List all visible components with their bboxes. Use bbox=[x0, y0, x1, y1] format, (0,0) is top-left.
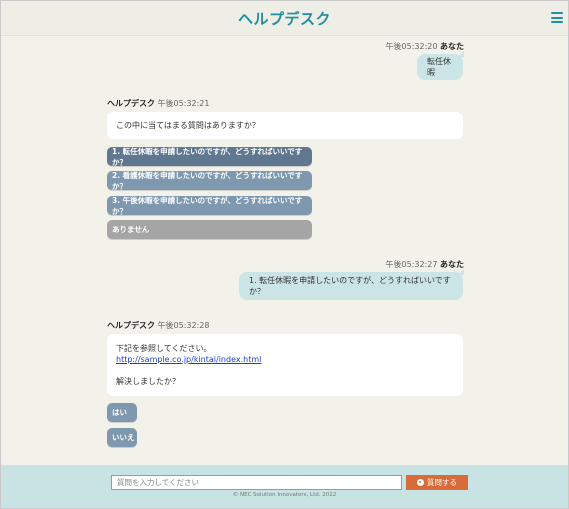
bot-message-bubble: 下記を参照してください。 http://sample.co.jp/kintai/… bbox=[107, 334, 463, 396]
user-message-meta: 午後05:32:27 あなた bbox=[386, 259, 464, 270]
message-time: 午後05:32:27 bbox=[385, 260, 438, 269]
message-time: 午後05:32:21 bbox=[157, 99, 210, 108]
bot-message-meta: ヘルプデスク 午後05:32:21 bbox=[107, 98, 209, 109]
user-message-meta: 午後05:32:20 あなた bbox=[386, 41, 464, 52]
message-time: 午後05:32:28 bbox=[157, 321, 210, 330]
app-title: ヘルプデスク bbox=[237, 10, 331, 28]
message-text: 転任休暇 bbox=[427, 57, 451, 77]
chat-area[interactable]: 午後05:32:20 あなた 転任休暇 ヘルプデスク 午後05:32:21 この… bbox=[1, 37, 568, 465]
bot-message-meta: ヘルプデスク 午後05:32:28 bbox=[107, 320, 209, 331]
message-sender: ヘルプデスク bbox=[107, 99, 155, 108]
option-button-3[interactable]: 3. 午後休暇を申請したいのですが、どうすればいいですか？ bbox=[107, 196, 312, 216]
input-footer: 質問する © NEC Solution Innovators, Ltd. 202… bbox=[1, 465, 568, 508]
message-time: 午後05:32:20 bbox=[385, 42, 438, 51]
user-message-bubble: 1. 転任休暇を申請したいのですが、どうすればいいですか？ bbox=[239, 269, 464, 300]
help-link[interactable]: http://sample.co.jp/kintai/index.html bbox=[116, 354, 454, 365]
no-button[interactable]: いいえ bbox=[107, 428, 137, 447]
send-button[interactable]: 質問する bbox=[406, 475, 468, 490]
question-input[interactable] bbox=[111, 475, 402, 490]
user-message-bubble: 転任休暇 bbox=[417, 51, 464, 80]
message-text: この中に当てはまる質問はありますか？ bbox=[116, 121, 260, 130]
message-text: 下記を参照してください。 bbox=[116, 344, 212, 353]
send-button-label: 質問する bbox=[427, 478, 457, 487]
message-sender: あなた bbox=[440, 260, 464, 269]
copyright-text: © NEC Solution Innovators, Ltd. 2022 bbox=[232, 492, 337, 498]
option-button-2[interactable]: 2. 看護休暇を申請したいのですが、どうすればいいですか？ bbox=[107, 171, 312, 191]
yes-button[interactable]: はい bbox=[107, 403, 137, 422]
hamburger-menu-icon[interactable] bbox=[551, 12, 563, 23]
message-sender: あなた bbox=[440, 42, 464, 51]
message-text: 解決しましたか？ bbox=[116, 377, 180, 386]
option-button-none[interactable]: ありません bbox=[107, 220, 312, 239]
search-icon bbox=[417, 479, 424, 486]
option-button-1[interactable]: 1. 転任休暇を申請したいのですが、どうすればいいですか？ bbox=[107, 147, 312, 167]
message-text: 1. 転任休暇を申請したいのですが、どうすればいいですか？ bbox=[249, 276, 451, 296]
message-sender: ヘルプデスク bbox=[107, 321, 155, 330]
bot-message-bubble: この中に当てはまる質問はありますか？ bbox=[107, 112, 463, 139]
app-header: ヘルプデスク bbox=[1, 1, 568, 36]
